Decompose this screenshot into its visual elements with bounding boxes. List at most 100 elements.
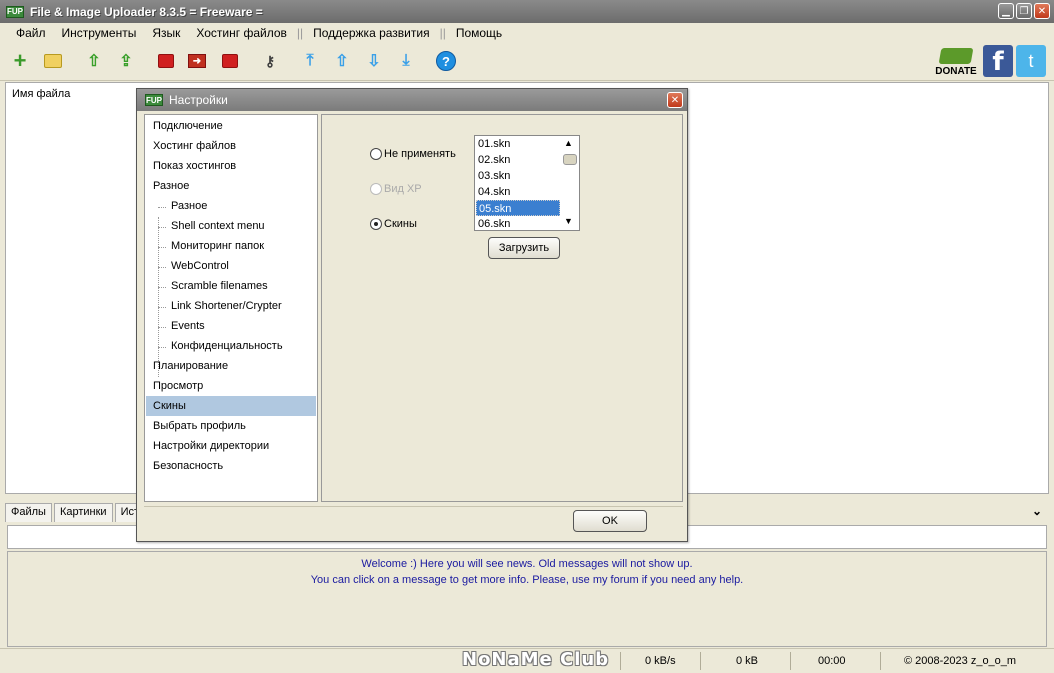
- nav-item-directory-settings[interactable]: Настройки директории: [146, 436, 316, 456]
- move-top-icon[interactable]: ⤒: [300, 51, 320, 71]
- scroll-down-icon[interactable]: ▼: [564, 216, 573, 226]
- remove-uploaded-icon[interactable]: ➜: [188, 54, 206, 68]
- donate-label: DONATE: [935, 66, 977, 77]
- skin-file-item[interactable]: 06.skn: [476, 216, 560, 230]
- uploaded-size: 0 kB: [736, 655, 759, 667]
- menu-file-hosting[interactable]: Хостинг файлов: [188, 26, 295, 40]
- facebook-icon[interactable]: f: [983, 45, 1013, 77]
- nav-item-folder-monitoring[interactable]: Мониторинг папок: [146, 236, 316, 256]
- filename-column-header[interactable]: Имя файла: [12, 88, 70, 100]
- nav-item-file-hosting[interactable]: Хостинг файлов: [146, 136, 316, 156]
- menu-support[interactable]: Поддержка развития: [305, 26, 437, 40]
- nav-item-link-shortener[interactable]: Link Shortener/Crypter: [146, 296, 316, 316]
- tab-files[interactable]: Файлы: [5, 503, 52, 522]
- menu-language[interactable]: Язык: [144, 26, 188, 40]
- add-files-icon[interactable]: +: [10, 48, 30, 73]
- news-line[interactable]: You can click on a message to get more i…: [8, 572, 1046, 588]
- settings-dialog: FUP Настройки ✕ Подключение Хостинг файл…: [136, 88, 688, 542]
- nav-item-shell-context-menu[interactable]: Shell context menu: [146, 216, 316, 236]
- list-scrollbar[interactable]: ▲ ▼: [561, 136, 579, 230]
- status-bar: NoNaMe Club 0 kB/s 0 kB 00:00 © 2008-202…: [0, 648, 1054, 673]
- radio-label: Не применять: [384, 148, 456, 160]
- app-icon: FUP: [6, 5, 24, 18]
- menu-file[interactable]: Файл: [8, 26, 54, 40]
- news-panel[interactable]: Welcome :) Here you will see news. Old m…: [7, 551, 1047, 647]
- minimize-button[interactable]: ▁: [998, 3, 1014, 19]
- menu-help[interactable]: Помощь: [448, 26, 510, 40]
- skins-panel: Не применять Вид XP Скины 01.skn 02.skn …: [321, 114, 683, 502]
- watermark: NoNaMe Club: [462, 649, 610, 670]
- radio-dot: [370, 183, 382, 195]
- twitter-icon[interactable]: t: [1016, 45, 1046, 77]
- restore-button[interactable]: ❐: [1016, 3, 1032, 19]
- status-divider: [880, 652, 881, 670]
- nav-item-scheduling[interactable]: Планирование: [146, 356, 316, 376]
- menu-separator: ||: [296, 26, 304, 40]
- skin-file-item-selected[interactable]: 05.skn: [476, 200, 560, 216]
- title-bar: FUP File & Image Uploader 8.3.5 = Freewa…: [0, 0, 1054, 23]
- nav-item-skins[interactable]: Скины: [146, 396, 316, 416]
- radio-label: Вид XP: [384, 183, 422, 195]
- remove-icon[interactable]: [158, 54, 174, 68]
- dialog-title: Настройки: [169, 93, 228, 107]
- bottom-tabs: Файлы Картинки Ист: [5, 503, 147, 522]
- ok-button[interactable]: OK: [573, 510, 647, 532]
- upload-icon[interactable]: ⇧: [84, 51, 104, 71]
- copyright: © 2008-2023 z_o_o_m: [904, 655, 1017, 667]
- move-up-icon[interactable]: ⇧: [332, 51, 352, 71]
- nav-item-show-hostings[interactable]: Показ хостингов: [146, 156, 316, 176]
- radio-skins[interactable]: Скины: [370, 218, 417, 230]
- upload-speed: 0 kB/s: [645, 655, 676, 667]
- radio-dot: [370, 218, 382, 230]
- upload-selected-icon[interactable]: ⇪: [116, 51, 136, 71]
- radio-dot: [370, 148, 382, 160]
- menu-separator: ||: [439, 26, 446, 40]
- skin-file-list[interactable]: 01.skn 02.skn 03.skn 04.skn 05.skn 06.sk…: [474, 135, 580, 231]
- status-divider: [790, 652, 791, 670]
- radio-xp-style: Вид XP: [370, 183, 422, 195]
- elapsed-time: 00:00: [818, 655, 846, 667]
- nav-item-view[interactable]: Просмотр: [146, 376, 316, 396]
- nav-item-misc-sub[interactable]: Разное: [146, 196, 316, 216]
- nav-item-privacy[interactable]: Конфиденциальность: [146, 336, 316, 356]
- settings-nav-tree: Подключение Хостинг файлов Показ хостинг…: [144, 114, 318, 502]
- window-title: File & Image Uploader 8.3.5 = Freeware =: [30, 4, 263, 19]
- nav-item-misc[interactable]: Разное: [146, 176, 316, 196]
- skin-file-item[interactable]: 04.skn: [476, 184, 560, 200]
- nav-item-scramble-filenames[interactable]: Scramble filenames: [146, 276, 316, 296]
- tab-images[interactable]: Картинки: [53, 503, 113, 522]
- status-divider: [620, 652, 621, 670]
- menu-tools[interactable]: Инструменты: [54, 26, 145, 40]
- radio-no-skin[interactable]: Не применять: [370, 148, 456, 160]
- scroll-up-icon[interactable]: ▲: [564, 138, 573, 148]
- skin-file-item[interactable]: 02.skn: [476, 152, 560, 168]
- skin-file-item[interactable]: 01.skn: [476, 136, 560, 152]
- dialog-title-bar: FUP Настройки ✕: [137, 89, 687, 111]
- move-down-icon[interactable]: ⇩: [364, 51, 384, 71]
- nav-item-security[interactable]: Безопасность: [146, 456, 316, 476]
- toolbar: + ⇧ ⇪ ➜ ⚷ ⤒ ⇧ ⇩ ⤓ ?: [0, 43, 1054, 81]
- load-skin-button[interactable]: Загрузить: [488, 237, 560, 259]
- stop-icon[interactable]: [222, 54, 238, 68]
- menu-bar: Файл Инструменты Язык Хостинг файлов || …: [0, 23, 1054, 43]
- add-folder-icon[interactable]: [44, 54, 62, 68]
- donate-button[interactable]: DONATE: [932, 46, 980, 78]
- app-icon: FUP: [145, 94, 163, 106]
- news-line[interactable]: Welcome :) Here you will see news. Old m…: [8, 556, 1046, 572]
- nav-item-choose-profile[interactable]: Выбрать профиль: [146, 416, 316, 436]
- dialog-close-button[interactable]: ✕: [667, 92, 683, 108]
- status-divider: [700, 652, 701, 670]
- nav-item-events[interactable]: Events: [146, 316, 316, 336]
- radio-label: Скины: [384, 218, 417, 230]
- nav-item-webcontrol[interactable]: WebControl: [146, 256, 316, 276]
- close-button[interactable]: ✕: [1034, 3, 1050, 19]
- skin-file-item[interactable]: 03.skn: [476, 168, 560, 184]
- key-icon[interactable]: ⚷: [260, 51, 280, 71]
- move-bottom-icon[interactable]: ⤓: [396, 51, 416, 71]
- scroll-thumb[interactable]: [563, 154, 577, 165]
- money-icon: [938, 48, 974, 64]
- nav-item-connection[interactable]: Подключение: [146, 116, 316, 136]
- dialog-divider: [144, 506, 683, 507]
- help-icon[interactable]: ?: [436, 51, 456, 71]
- collapse-icon[interactable]: ⌄: [1032, 504, 1042, 518]
